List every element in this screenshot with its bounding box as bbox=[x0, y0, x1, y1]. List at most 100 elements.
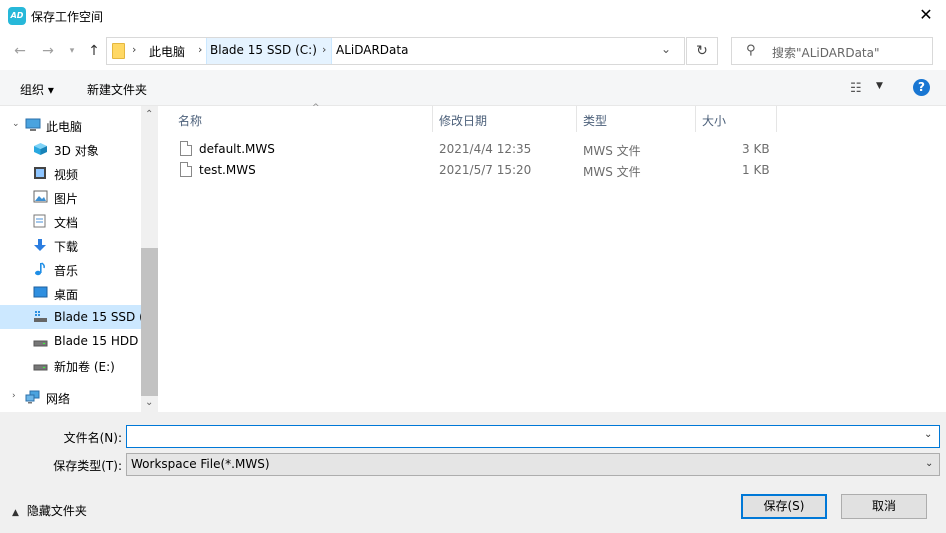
file-row[interactable]: default.MWS 2021/4/4 12:35 MWS 文件 3 KB bbox=[158, 139, 946, 160]
filetype-value: Workspace File(*.MWS) bbox=[131, 457, 270, 471]
sidebar-item-label: 此电脑 bbox=[46, 120, 83, 134]
new-folder-button[interactable]: 新建文件夹 bbox=[87, 81, 147, 98]
column-header-label: 大小 bbox=[702, 114, 727, 128]
file-name: test.MWS bbox=[199, 163, 256, 177]
help-icon[interactable]: ? bbox=[913, 79, 930, 96]
file-row[interactable]: test.MWS 2021/5/7 15:20 MWS 文件 1 KB bbox=[158, 160, 946, 181]
sidebar-item-label: 3D 对象 bbox=[54, 144, 99, 158]
scroll-down-chevron-icon[interactable]: ⌄ bbox=[145, 397, 153, 408]
sidebar-item-label: Blade 15 HDD bbox=[54, 334, 139, 348]
hide-folders-toggle[interactable]: ▲ 隐藏文件夹 bbox=[12, 502, 87, 519]
breadcrumb-chevron-icon[interactable]: › bbox=[132, 43, 136, 56]
drive-icon bbox=[33, 358, 48, 372]
file-size: 1 KB bbox=[742, 163, 770, 177]
drive-icon bbox=[33, 334, 48, 348]
drive-icon bbox=[33, 310, 48, 324]
filetype-label: 保存类型(T): bbox=[53, 459, 122, 473]
breadcrumb-chevron-icon[interactable]: › bbox=[322, 43, 326, 56]
sidebar-item-label: 音乐 bbox=[54, 264, 79, 278]
sidebar-item-label: 下载 bbox=[54, 240, 79, 254]
sidebar-item-music[interactable]: 音乐 bbox=[0, 257, 141, 281]
column-header-label: 类型 bbox=[583, 114, 608, 128]
breadcrumb-alidardata[interactable]: ALiDARData bbox=[336, 43, 408, 57]
breadcrumb-chevron-icon[interactable]: › bbox=[198, 43, 202, 56]
cancel-button[interactable]: 取消 bbox=[841, 494, 927, 519]
chevron-up-icon: ▲ bbox=[12, 508, 19, 518]
navigation-scrollbar[interactable]: ⌃ ⌄ bbox=[141, 106, 158, 412]
sidebar-item-new-volume-e[interactable]: 新加卷 (E:) bbox=[0, 353, 141, 377]
expand-chevron-icon[interactable]: › bbox=[12, 391, 16, 401]
organize-menu-button[interactable]: 组织 ▾ bbox=[20, 81, 54, 98]
desktop-icon bbox=[33, 286, 48, 300]
app-logo-icon: AD bbox=[8, 7, 26, 25]
file-icon bbox=[180, 141, 192, 156]
sidebar-item-downloads[interactable]: 下载 bbox=[0, 233, 141, 257]
file-name: default.MWS bbox=[199, 142, 275, 156]
search-box[interactable]: ⚲ 搜索"ALiDARData" bbox=[731, 37, 933, 65]
network-icon bbox=[25, 390, 40, 404]
file-size: 3 KB bbox=[742, 142, 770, 156]
column-header-type[interactable]: 类型 bbox=[577, 106, 696, 132]
hide-folders-label: 隐藏文件夹 bbox=[26, 504, 87, 518]
computer-icon bbox=[25, 118, 41, 132]
view-options-chevron-icon[interactable]: ▼ bbox=[876, 81, 883, 91]
scroll-up-chevron-icon[interactable]: ⌃ bbox=[145, 109, 153, 120]
file-date: 2021/5/7 15:20 bbox=[439, 163, 532, 177]
address-dropdown-chevron-icon[interactable]: ⌄ bbox=[661, 42, 671, 56]
navigation-bar: ← → ▾ ↑ › 此电脑 › Blade 15 SSD (C:) › ALiD… bbox=[0, 32, 946, 70]
video-icon bbox=[33, 166, 48, 180]
column-header-label: 名称 bbox=[178, 114, 203, 128]
file-icon bbox=[180, 162, 192, 177]
cube-icon bbox=[33, 142, 48, 156]
sidebar-item-label: 桌面 bbox=[54, 288, 79, 302]
expand-chevron-icon[interactable]: ⌄ bbox=[12, 119, 20, 129]
sidebar-item-videos[interactable]: 视频 bbox=[0, 161, 141, 185]
breadcrumb-this-pc[interactable]: 此电脑 bbox=[149, 43, 185, 60]
sidebar-item-pictures[interactable]: 图片 bbox=[0, 185, 141, 209]
column-header-label: 修改日期 bbox=[439, 114, 488, 128]
file-type: MWS 文件 bbox=[583, 144, 641, 158]
address-bar[interactable]: › 此电脑 › Blade 15 SSD (C:) › ALiDARData ⌄ bbox=[106, 37, 685, 65]
sidebar-item-blade-hdd[interactable]: Blade 15 HDD bbox=[0, 329, 141, 353]
sidebar-item-label: 新加卷 (E:) bbox=[54, 360, 115, 374]
title-bar: AD 保存工作空间 ✕ bbox=[0, 0, 946, 32]
sort-ascending-icon: ^ bbox=[312, 103, 320, 113]
sidebar-item-blade-ssd[interactable]: Blade 15 SSD ( bbox=[0, 305, 141, 329]
file-list: 名称 ^ 修改日期 类型 大小 default.MWS 2021/4/4 12:… bbox=[158, 103, 946, 412]
filename-dropdown-chevron-icon[interactable]: ⌄ bbox=[924, 429, 932, 440]
forward-arrow-icon[interactable]: → bbox=[40, 43, 56, 59]
sidebar-item-documents[interactable]: 文档 bbox=[0, 209, 141, 233]
refresh-button[interactable]: ↻ bbox=[686, 37, 718, 65]
scrollbar-thumb[interactable] bbox=[141, 248, 158, 396]
music-icon bbox=[33, 262, 48, 276]
sidebar-item-label: 视频 bbox=[54, 168, 79, 182]
sidebar-item-label: 网络 bbox=[46, 392, 71, 406]
filetype-select[interactable]: Workspace File(*.MWS) ⌄ bbox=[126, 453, 940, 476]
column-header-date[interactable]: 修改日期 bbox=[433, 106, 577, 132]
command-toolbar: 组织 ▾ 新建文件夹 ☷ ▼ ? bbox=[0, 70, 946, 106]
view-options-icon[interactable]: ☷ bbox=[850, 81, 862, 96]
back-arrow-icon[interactable]: ← bbox=[12, 43, 28, 59]
column-header-size[interactable]: 大小 bbox=[696, 106, 777, 132]
sidebar-item-label: 图片 bbox=[54, 192, 79, 206]
save-button[interactable]: 保存(S) bbox=[741, 494, 827, 519]
filename-input[interactable] bbox=[126, 425, 940, 448]
sidebar-item-3d-objects[interactable]: 3D 对象 bbox=[0, 137, 141, 161]
picture-icon bbox=[33, 190, 48, 204]
close-button[interactable]: ✕ bbox=[906, 0, 946, 32]
search-input[interactable]: 搜索"ALiDARData" bbox=[772, 44, 880, 61]
save-form: 文件名(N): ⌄ 保存类型(T): Workspace File(*.MWS)… bbox=[0, 412, 946, 533]
sidebar-item-label: 文档 bbox=[54, 216, 79, 230]
search-icon: ⚲ bbox=[746, 43, 756, 58]
column-header-name[interactable]: 名称 ^ bbox=[172, 103, 433, 132]
sidebar-item-desktop[interactable]: 桌面 bbox=[0, 281, 141, 305]
document-icon bbox=[33, 214, 48, 228]
sidebar-item-network[interactable]: › 网络 bbox=[0, 385, 141, 409]
refresh-icon: ↻ bbox=[696, 43, 708, 59]
navigation-pane: ⌄ 此电脑 3D 对象 视频 图片 文档 下载 音乐 桌面 Blade 15 S… bbox=[0, 106, 141, 412]
up-arrow-icon[interactable]: ↑ bbox=[86, 43, 102, 59]
recent-locations-chevron-icon[interactable]: ▾ bbox=[64, 43, 80, 59]
sidebar-item-this-pc[interactable]: ⌄ 此电脑 bbox=[0, 113, 141, 137]
filename-label: 文件名(N): bbox=[63, 431, 122, 445]
breadcrumb-drive-c[interactable]: Blade 15 SSD (C:) bbox=[210, 43, 317, 57]
